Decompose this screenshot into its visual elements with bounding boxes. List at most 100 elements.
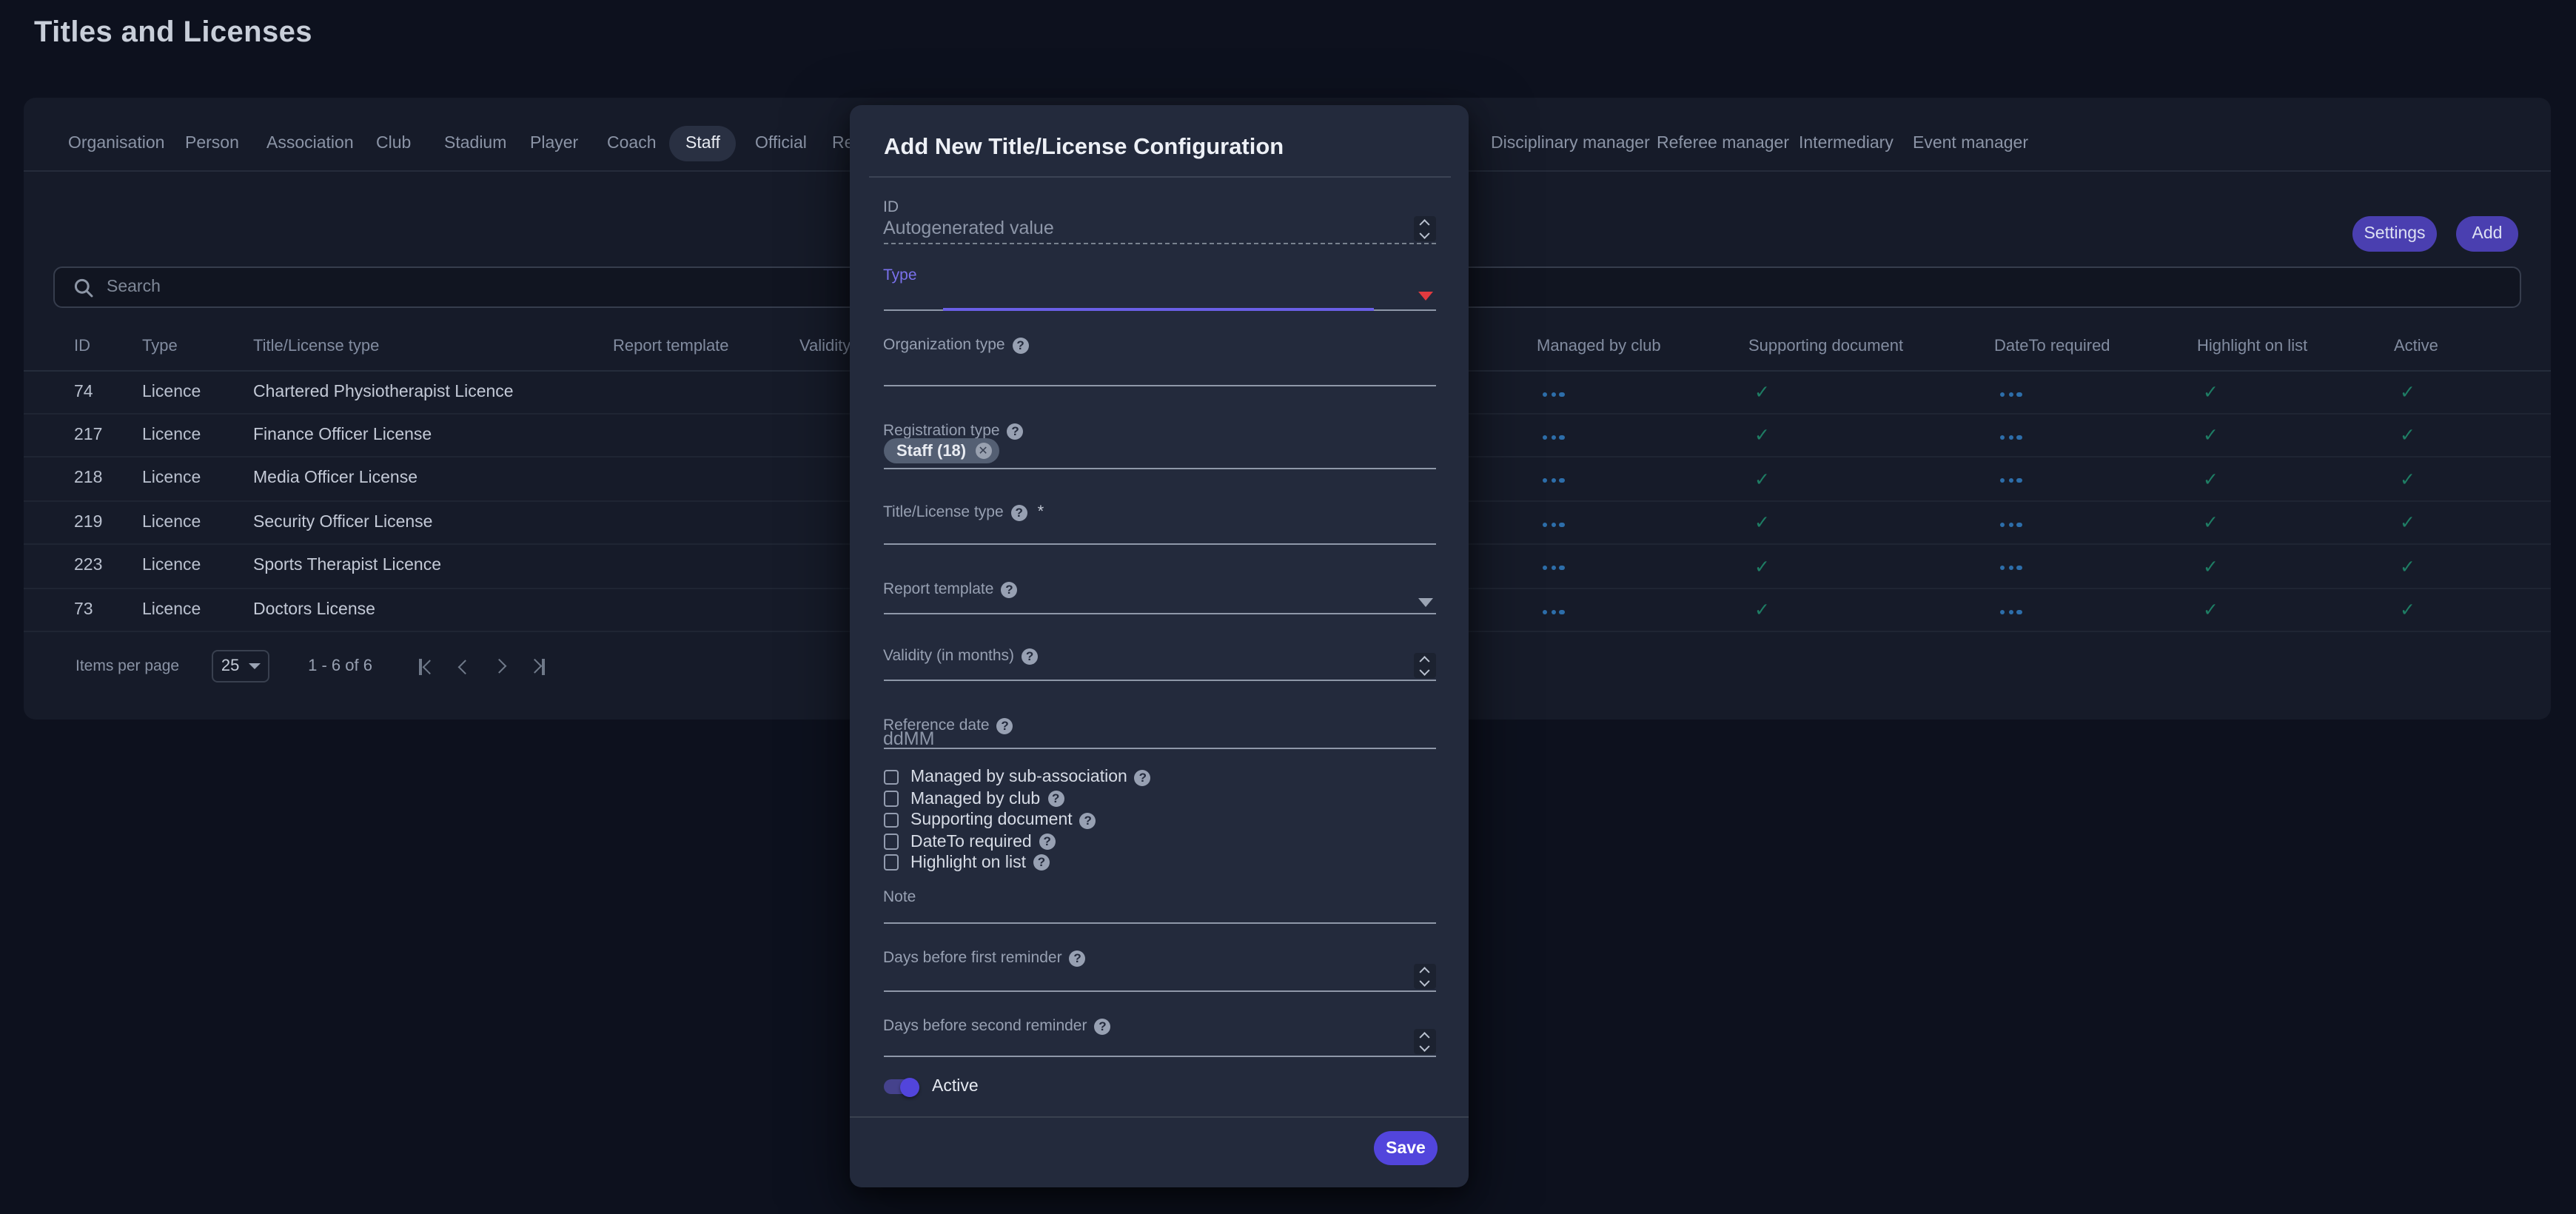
cell-type: Licence xyxy=(142,383,253,401)
registration-type-chip[interactable]: Staff (18) ✕ xyxy=(883,438,999,463)
number-spinner-icon[interactable] xyxy=(1413,964,1435,989)
active-toggle[interactable] xyxy=(883,1079,917,1094)
toggle-knob-icon xyxy=(899,1077,919,1096)
search-input[interactable] xyxy=(107,278,699,296)
cell-id: 223 xyxy=(74,557,142,575)
help-icon[interactable]: ? xyxy=(1047,791,1064,807)
reference-date-underline xyxy=(883,748,1435,749)
cell-dateto-required xyxy=(1994,514,2197,531)
tab-player[interactable]: Player xyxy=(530,135,578,152)
cell-id: 219 xyxy=(74,514,142,531)
ellipsis-dots-icon xyxy=(1543,478,1564,483)
checkbox[interactable] xyxy=(883,813,899,828)
ellipsis-dots-icon xyxy=(2000,609,2022,614)
cell-active xyxy=(2394,599,2551,621)
ellipsis-dots-icon xyxy=(1543,392,1564,396)
registration-type-field[interactable]: Registration type? Staff (18) ✕ xyxy=(883,422,1435,468)
check-icon xyxy=(2400,472,2415,490)
checkbox[interactable] xyxy=(883,791,899,807)
tab-person[interactable]: Person xyxy=(185,135,239,152)
help-icon[interactable]: ? xyxy=(1001,581,1017,597)
number-spinner-icon[interactable] xyxy=(1413,216,1435,241)
cell-managed-by-club xyxy=(1537,557,1748,575)
help-icon[interactable]: ? xyxy=(1095,1018,1111,1034)
cell-id: 217 xyxy=(74,426,142,444)
page-size-select[interactable]: 25 xyxy=(212,650,269,683)
cell-managed-by-club xyxy=(1537,470,1748,488)
help-icon[interactable]: ? xyxy=(997,717,1013,734)
type-focus-underline xyxy=(942,308,1373,311)
title-license-type-field[interactable]: Title/License type?* xyxy=(883,503,1435,543)
number-spinner-icon[interactable] xyxy=(1413,1029,1435,1054)
reference-date-label: Reference date? xyxy=(883,717,1435,734)
cell-managed-by-club xyxy=(1537,514,1748,531)
add-button[interactable]: Add xyxy=(2456,216,2518,252)
help-icon[interactable]: ? xyxy=(1033,854,1050,871)
tab-club[interactable]: Club xyxy=(376,135,411,152)
ellipsis-dots-icon xyxy=(2000,435,2022,439)
cell-highlight-on-list xyxy=(2197,599,2394,621)
help-icon[interactable]: ? xyxy=(1022,648,1038,664)
settings-button[interactable]: Settings xyxy=(2352,216,2437,252)
days-before-second-reminder-field[interactable]: Days before second reminder? xyxy=(883,1017,1435,1056)
note-field[interactable]: Note xyxy=(883,888,1435,922)
note-underline xyxy=(883,922,1435,924)
validity-field[interactable]: Validity (in months)? xyxy=(883,647,1435,680)
next-page-icon[interactable] xyxy=(494,656,504,677)
check-icon xyxy=(2400,516,2415,534)
help-icon[interactable]: ? xyxy=(1039,834,1056,850)
tab-staff[interactable]: Staff xyxy=(669,126,737,161)
check-icon xyxy=(2400,429,2415,446)
chip-remove-icon[interactable]: ✕ xyxy=(975,443,991,459)
days-before-first-reminder-field[interactable]: Days before first reminder? xyxy=(883,949,1435,990)
id-label: ID xyxy=(883,198,1435,216)
paginator-nav xyxy=(420,656,544,677)
last-page-icon[interactable] xyxy=(529,656,544,677)
tab-stadium[interactable]: Stadium xyxy=(444,135,506,152)
cell-title-license-type: Sports Therapist Licence xyxy=(253,557,613,575)
help-icon[interactable]: ? xyxy=(1013,337,1029,353)
check-icon xyxy=(2203,603,2218,621)
tab-organisation[interactable]: Organisation xyxy=(68,135,164,152)
help-icon[interactable]: ? xyxy=(1135,769,1151,785)
tab-event-manager[interactable]: Event manager xyxy=(1913,135,2028,152)
tab-association[interactable]: Association xyxy=(266,135,354,152)
dropdown-caret-icon[interactable] xyxy=(1418,598,1432,607)
number-spinner-icon[interactable] xyxy=(1413,653,1435,678)
save-button[interactable]: Save xyxy=(1374,1131,1438,1165)
help-icon[interactable]: ? xyxy=(1070,950,1086,966)
id-field[interactable]: ID Autogenerated value xyxy=(883,198,1435,243)
column-header-report-template: Report template xyxy=(613,338,799,355)
type-label: Type xyxy=(883,266,1435,284)
ellipsis-dots-icon xyxy=(1543,522,1564,526)
cell-highlight-on-list xyxy=(2197,512,2394,534)
help-icon[interactable]: ? xyxy=(1011,504,1027,520)
checkbox-label: DateTo required? xyxy=(910,833,1056,851)
column-header-title-license-type: Title/License type xyxy=(253,338,613,355)
help-icon[interactable]: ? xyxy=(1080,812,1096,828)
tab-disciplinary-manager[interactable]: Disciplinary manager xyxy=(1491,135,1650,152)
reference-date-field[interactable]: Reference date? ddMM xyxy=(883,717,1435,748)
validity-underline xyxy=(883,680,1435,681)
tab-official[interactable]: Official xyxy=(755,135,807,152)
help-icon[interactable]: ? xyxy=(1007,423,1024,439)
organization-type-field[interactable]: Organization type? xyxy=(883,336,1435,385)
checkbox[interactable] xyxy=(883,834,899,850)
checkbox[interactable] xyxy=(883,855,899,871)
checkbox[interactable] xyxy=(883,770,899,785)
id-placeholder: Autogenerated value xyxy=(883,218,1054,238)
dropdown-caret-invalid-icon[interactable] xyxy=(1418,292,1432,301)
cell-type: Licence xyxy=(142,557,253,575)
cell-highlight-on-list xyxy=(2197,555,2394,577)
tab-intermediary[interactable]: Intermediary xyxy=(1799,135,1894,152)
type-field[interactable]: Type xyxy=(883,266,1435,309)
cell-dateto-required xyxy=(1994,557,2197,575)
first-page-icon[interactable] xyxy=(420,656,435,677)
tab-coach[interactable]: Coach xyxy=(607,135,657,152)
app-root: Titles and Licenses OrganisationPersonAs… xyxy=(0,0,2576,1214)
tab-referee-manager[interactable]: Referee manager xyxy=(1657,135,1789,152)
ellipsis-dots-icon xyxy=(2000,478,2022,483)
previous-page-icon[interactable] xyxy=(460,656,469,677)
cell-highlight-on-list xyxy=(2197,424,2394,446)
report-template-field[interactable]: Report template? xyxy=(883,580,1435,613)
